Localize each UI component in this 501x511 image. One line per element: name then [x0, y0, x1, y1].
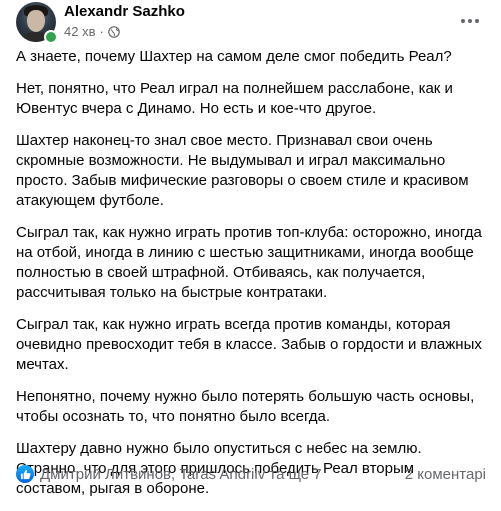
- post-paragraph: Нет, понятно, что Реал играл на полнейше…: [16, 80, 453, 117]
- more-dot: [468, 19, 472, 23]
- post-paragraph: Сыграл так, как нужно играть против топ-…: [16, 224, 482, 301]
- post-meta: 42 хв ·: [64, 24, 120, 39]
- reactions-summary[interactable]: Дмитрий Литвинов, Taras Andriiv та ще 7: [16, 465, 322, 483]
- post-paragraph: Непонятно, почему нужно было потерять бо…: [16, 388, 475, 425]
- post-paragraph: Шахтер наконец-то знал свое место. Призн…: [16, 132, 469, 209]
- online-status-dot: [44, 30, 58, 44]
- post-timestamp[interactable]: 42 хв: [64, 24, 95, 39]
- post-paragraph: Сыграл так, как нужно играть всегда прот…: [16, 316, 482, 373]
- more-dot: [475, 19, 479, 23]
- post-body: А знаете, почему Шахтер на самом деле см…: [16, 47, 486, 511]
- author-name[interactable]: Alexandr Sazhko: [64, 3, 185, 20]
- post-paragraph: А знаете, почему Шахтер на самом деле см…: [16, 48, 452, 65]
- post-footer: Дмитрий Литвинов, Taras Andriiv та ще 7 …: [16, 462, 486, 486]
- globe-icon: [108, 25, 120, 38]
- reactions-names[interactable]: Дмитрий Литвинов, Taras Andriiv та ще 7: [40, 466, 322, 483]
- more-options-button[interactable]: [455, 6, 485, 36]
- like-icon: [16, 465, 34, 483]
- avatar-face: [27, 10, 45, 32]
- more-horizontal-icon: [461, 19, 465, 23]
- meta-separator: ·: [99, 24, 104, 39]
- comments-count-link[interactable]: 2 коментарі: [405, 466, 486, 483]
